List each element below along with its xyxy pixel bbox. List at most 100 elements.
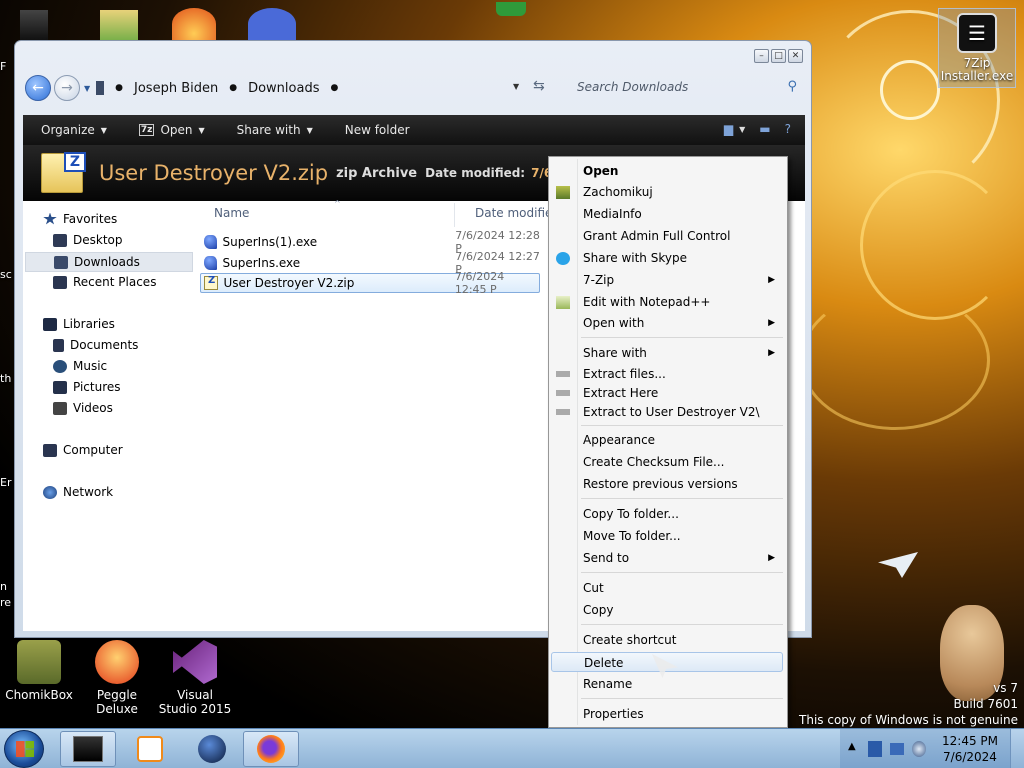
desktop-icon-visual-studio[interactable]: Visual Studio 2015 (157, 640, 233, 716)
menu-item-open-with[interactable]: Open with ▶ (583, 313, 783, 333)
tray-app-icon[interactable] (868, 741, 882, 757)
menu-item-restore-previous[interactable]: Restore previous versions (583, 474, 783, 494)
menu-item-label: Create Checksum File... (583, 455, 725, 469)
column-divider[interactable] (454, 203, 455, 227)
chevron-down-icon[interactable]: ▼ (739, 122, 745, 136)
menu-item-label: Extract Here (583, 386, 659, 400)
file-row[interactable]: SuperIns(1).exe 7/6/2024 12:28 P (200, 229, 540, 255)
submenu-arrow-icon: ▶ (768, 348, 775, 358)
menu-item-grant-admin[interactable]: Grant Admin Full Control (583, 226, 783, 246)
tree-item-desktop[interactable]: Desktop (53, 233, 123, 247)
menu-item-share-with-skype[interactable]: Share with Skype (583, 248, 783, 268)
menu-item-mediainfo[interactable]: MediaInfo (583, 204, 783, 224)
menu-item-open[interactable]: Open (583, 161, 783, 181)
tree-item-downloads[interactable]: Downloads (25, 252, 193, 272)
breadcrumb-separator[interactable]: ● (330, 83, 338, 93)
refresh-icon[interactable]: ⇆ (533, 78, 545, 94)
tree-network[interactable]: Network (43, 485, 113, 499)
show-desktop-button[interactable] (1010, 729, 1024, 768)
maximize-button[interactable]: □ (771, 49, 786, 63)
globe-app-icon (198, 735, 226, 763)
network-icon (43, 485, 57, 499)
taskbar-button-media-player[interactable] (122, 731, 178, 767)
window-controls: – □ ✕ (754, 49, 803, 63)
desktop-icon-partial[interactable] (248, 8, 296, 40)
tree-label: Pictures (73, 380, 121, 394)
menu-item-share-with[interactable]: Share with ▶ (583, 343, 783, 363)
tree-favorites[interactable]: Favorites (43, 212, 117, 226)
share-with-button[interactable]: Share with ▼ (237, 123, 313, 137)
desktop-icon-partial[interactable] (100, 10, 138, 40)
desktop-icon-partial[interactable] (172, 8, 216, 40)
help-icon[interactable]: ? (785, 122, 791, 136)
menu-item-copy[interactable]: Copy (583, 600, 783, 620)
videos-icon (53, 401, 67, 415)
taskbar-button-explorer[interactable] (60, 731, 116, 767)
search-input[interactable]: Search Downloads (577, 80, 688, 94)
desktop-icon-7zip-installer[interactable]: ☰ 7Zip Installer.exe (938, 8, 1016, 88)
history-dropdown-icon[interactable]: ▼ (84, 84, 90, 93)
menu-item-create-checksum[interactable]: Create Checksum File... (583, 452, 783, 472)
desktop-icon-partial[interactable] (20, 10, 48, 40)
back-button[interactable]: ← (25, 75, 51, 101)
file-row-selected[interactable]: User Destroyer V2.zip 7/6/2024 12:45 P (200, 270, 540, 296)
desktop-icon-chomikbox[interactable]: ChomikBox (1, 640, 77, 702)
wallpaper-swirl (800, 290, 990, 430)
menu-item-extract-here[interactable]: Extract Here (583, 383, 783, 403)
breadcrumb-item-user[interactable]: Joseph Biden (134, 81, 218, 96)
tree-item-music[interactable]: Music (53, 359, 107, 373)
column-header-name[interactable]: Name (214, 206, 249, 220)
taskbar-button-globe-app[interactable] (184, 731, 240, 767)
show-hidden-icons-arrow-icon[interactable]: ▲ (848, 741, 856, 752)
menu-item-copy-to-folder[interactable]: Copy To folder... (583, 504, 783, 524)
minimize-button[interactable]: – (754, 49, 769, 63)
breadcrumb[interactable]: ● Joseph Biden ● Downloads ● (96, 81, 349, 96)
menu-item-create-shortcut[interactable]: Create shortcut (583, 630, 783, 650)
menu-item-cut[interactable]: Cut (583, 578, 783, 598)
new-folder-button[interactable]: New folder (345, 123, 410, 137)
tree-item-pictures[interactable]: Pictures (53, 380, 121, 394)
system-clock[interactable]: 12:45 PM 7/6/2024 (942, 733, 998, 765)
command-bar: Organize ▼ 7z Open ▼ Share with ▼ New folder… (23, 115, 805, 145)
terminal-app-icon (73, 736, 103, 762)
menu-item-send-to[interactable]: Send to ▶ (583, 548, 783, 568)
menu-item-7zip[interactable]: 7-Zip ▶ (583, 270, 783, 290)
desktop-icon-peggle-deluxe[interactable]: Peggle Deluxe (79, 640, 155, 716)
search-icon[interactable]: ⚲ (787, 79, 797, 94)
menu-item-label: Restore previous versions (583, 477, 738, 491)
downloads-folder-icon (54, 255, 68, 269)
tree-computer[interactable]: Computer (43, 443, 123, 457)
menu-item-appearance[interactable]: Appearance (583, 430, 783, 450)
organize-button[interactable]: Organize ▼ (41, 123, 107, 137)
preview-pane-icon[interactable]: ▬ (759, 122, 770, 136)
tree-item-documents[interactable]: Documents (53, 338, 138, 352)
tree-label: Recent Places (73, 275, 157, 289)
taskbar: ▲ 12:45 PM 7/6/2024 (0, 728, 1024, 768)
close-button[interactable]: ✕ (788, 49, 803, 63)
search-box[interactable]: Search Downloads ⚲ (563, 74, 803, 100)
tree-item-videos[interactable]: Videos (53, 401, 113, 415)
menu-item-move-to-folder[interactable]: Move To folder... (583, 526, 783, 546)
menu-item-rename[interactable]: Rename (583, 674, 783, 694)
visual-studio-icon (173, 640, 217, 684)
open-button[interactable]: 7z Open ▼ (138, 123, 205, 137)
tray-monitor-icon[interactable] (890, 743, 904, 755)
menu-item-properties[interactable]: Properties (583, 704, 783, 724)
breadcrumb-item-downloads[interactable]: Downloads (248, 81, 319, 96)
menu-item-extract-to[interactable]: Extract to User Destroyer V2\ (583, 402, 783, 422)
windows-build-fragment: Build 7601 (953, 697, 1018, 711)
tree-item-recent-places[interactable]: Recent Places (53, 275, 156, 289)
menu-item-zachomikuj[interactable]: Zachomikuj (583, 182, 783, 202)
menu-item-label: Open (583, 164, 619, 178)
taskbar-button-firefox[interactable] (243, 731, 299, 767)
change-view-icon[interactable]: ▆ (724, 122, 733, 136)
forward-button[interactable]: → (54, 75, 80, 101)
tray-network-icon[interactable] (912, 741, 926, 757)
start-button[interactable] (4, 730, 44, 768)
breadcrumb-separator[interactable]: ● (115, 83, 123, 93)
menu-item-edit-notepad[interactable]: Edit with Notepad++ (583, 292, 783, 312)
menu-item-extract-files[interactable]: Extract files... (583, 364, 783, 384)
breadcrumb-separator[interactable]: ● (229, 83, 237, 93)
address-dropdown-icon[interactable]: ▼ (513, 82, 519, 91)
tree-libraries[interactable]: Libraries (43, 317, 115, 331)
